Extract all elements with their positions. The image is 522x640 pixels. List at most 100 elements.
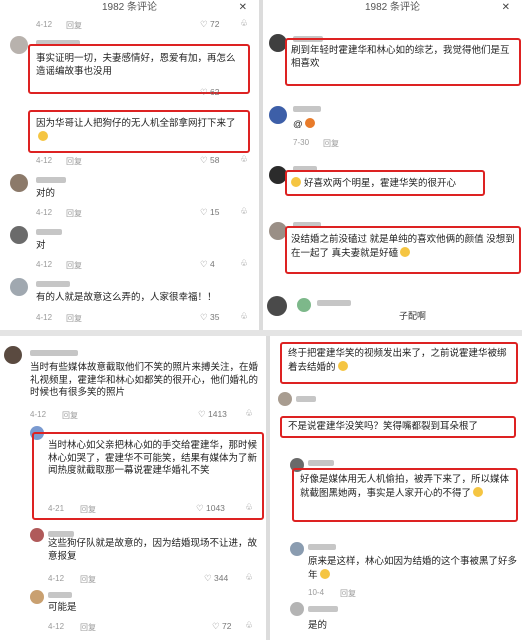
close-icon[interactable]: ✕ (239, 0, 247, 15)
avatar[interactable] (10, 36, 28, 54)
comment-text: 这些狗仔队就是故意的，因为结婚现场不让进，故意报复 (48, 538, 258, 562)
reply-button[interactable]: 回复 (66, 20, 82, 31)
dislike-icon[interactable]: ♧ (240, 18, 248, 29)
avatar[interactable] (290, 542, 304, 556)
emoji-icon (473, 486, 484, 497)
avatar[interactable] (267, 296, 287, 316)
avatar[interactable] (30, 590, 44, 604)
comment-date: 4-21 (48, 504, 65, 513)
like-button[interactable]: ♡ 62 (200, 87, 219, 98)
like-count: 62 (209, 87, 220, 97)
like-button[interactable]: ♡ 344 (204, 573, 228, 584)
comment-panel-bottom-right: 终于把霍建华笑的视频发出来了，之前说霍建华被绑着去结婚的 不是说霍建华没笑吗？笑… (270, 336, 522, 640)
close-icon[interactable]: ✕ (502, 0, 510, 15)
avatar[interactable] (290, 602, 304, 616)
comment-text: 好喜欢两个明星，霍建华笑的很开心 (291, 177, 456, 191)
comment-date: 4-12 (36, 20, 53, 29)
like-button[interactable]: ♡ 1413 (198, 409, 227, 420)
reply-button[interactable]: 回复 (66, 156, 82, 167)
comment-text: 原来是这样，林心如因为结婚的这个事被黑了好多年 (308, 556, 518, 581)
avatar[interactable] (278, 392, 292, 406)
avatar[interactable] (30, 528, 44, 542)
comment-date: 7-30 (293, 138, 310, 147)
comment-count: 1982 条评论 (364, 2, 421, 13)
avatar[interactable] (10, 278, 28, 296)
comment-date: 4-12 (36, 208, 53, 217)
username[interactable] (308, 460, 334, 466)
like-button[interactable]: ♡ 72 (212, 621, 231, 632)
reply-button[interactable]: 回复 (66, 313, 82, 324)
emoji-icon (38, 130, 48, 141)
username[interactable] (48, 592, 72, 598)
dislike-icon[interactable]: ♧ (240, 154, 248, 165)
username[interactable] (48, 531, 74, 537)
emoji-icon (400, 246, 411, 257)
comment-text: 对的 (36, 188, 56, 199)
comments-header: 1982 条评论 ✕ (0, 0, 259, 17)
dislike-icon[interactable]: ♧ (245, 502, 253, 513)
comment-text: 刷到年轻时霍建华和林心如的综艺，我觉得他们是互相喜欢 (291, 45, 510, 69)
avatar[interactable] (10, 174, 28, 192)
comment-panel-top-right: 1982 条评论 ✕ 刷到年轻时霍建华和林心如的综艺，我觉得他们是互相喜欢 @ … (263, 0, 522, 330)
comment-text: 当时有些媒体故意截取他们不笑的照片来搏关注，在婚礼视频里，霍建华和林心如都笑的很… (30, 362, 259, 398)
comment-date: 10-4 (308, 588, 325, 597)
like-button[interactable]: ♡ 15 (200, 207, 219, 218)
avatar[interactable] (297, 298, 311, 312)
comment-text: 因为华哥让人把狗仔的无人机全部拿网打下来了 (36, 118, 244, 144)
username[interactable] (308, 606, 338, 612)
like-button[interactable]: ♡ 35 (200, 312, 219, 323)
reply-button[interactable]: 回复 (323, 138, 339, 149)
reply-button[interactable]: 回复 (340, 588, 356, 599)
like-count: 4 (209, 259, 215, 269)
dislike-icon[interactable]: ♧ (245, 408, 253, 419)
comment-text: 有的人就是故意这么弄的，人家很幸福！！ (36, 292, 217, 303)
like-count: 1043 (205, 503, 225, 513)
dislike-icon[interactable]: ♧ (240, 258, 248, 269)
username-text[interactable]: 子配啊 (399, 310, 426, 323)
like-count: 35 (209, 312, 220, 322)
dislike-icon[interactable]: ♧ (245, 572, 253, 583)
username[interactable] (30, 350, 78, 356)
dislike-icon[interactable]: ♧ (245, 620, 253, 631)
avatar[interactable] (10, 226, 28, 244)
like-count: 344 (213, 573, 229, 583)
comment-panel-bottom-left: 当时有些媒体故意截取他们不笑的照片来搏关注，在婚礼视频里，霍建华和林心如都笑的很… (0, 336, 266, 640)
username[interactable] (293, 106, 321, 112)
comment-text: 是的 (308, 620, 328, 631)
comment-text: @ (293, 118, 315, 132)
comment-text: 可能是 (48, 602, 77, 613)
like-count: 15 (209, 207, 220, 217)
reply-button[interactable]: 回复 (80, 504, 96, 515)
like-count: 72 (209, 19, 220, 29)
like-count: 72 (221, 621, 232, 631)
like-count: 58 (209, 155, 220, 165)
comment-text: 没结婚之前没磕过 就是单纯的喜欢他俩的颜值 没想到在一起了 真夫妻就是好磕 (291, 234, 515, 259)
dislike-icon[interactable]: ♧ (240, 206, 248, 217)
like-button[interactable]: ♡ 4 (200, 259, 215, 270)
username[interactable] (308, 544, 336, 550)
comment-date: 4-12 (36, 156, 53, 165)
avatar[interactable] (4, 346, 22, 364)
reply-button[interactable]: 回复 (80, 622, 96, 633)
reply-button[interactable]: 回复 (62, 410, 78, 421)
emoji-icon (337, 360, 348, 371)
avatar[interactable] (269, 106, 287, 124)
dislike-icon[interactable]: ♧ (240, 311, 248, 322)
reply-button[interactable]: 回复 (66, 208, 82, 219)
reply-button[interactable]: 回复 (80, 574, 96, 585)
comment-text: 当时林心如父亲把林心如的手交给霍建华，那时候林心如哭了，霍建华不可能笑，结果有媒… (48, 440, 258, 476)
like-button[interactable]: ♡ 1043 (196, 503, 225, 514)
reply-button[interactable]: 回复 (66, 260, 82, 271)
like-button[interactable]: ♡ 58 (200, 155, 219, 166)
comment-panel-top-left: 1982 条评论 ✕ 4-12 回复 ♡ 72 ♧ 事实证明一切，夫妻感情好，恩… (0, 0, 259, 330)
comment-text: 好像是媒体用无人机偷拍，被弄下来了，所以媒体就截图黑她两，事实是人家开心的不得了 (300, 474, 510, 499)
comment-date: 4-12 (48, 574, 65, 583)
username[interactable] (296, 396, 316, 402)
username[interactable] (36, 177, 66, 183)
comment-text: 不是说霍建华没笑吗？笑得嘴都裂到耳朵根了 (288, 421, 479, 432)
like-button[interactable]: ♡ 72 (200, 19, 219, 30)
username[interactable] (36, 281, 70, 287)
comment-text: 事实证明一切，夫妻感情好，恩爱有加，再怎么造谣编故事也没用 (36, 53, 236, 77)
username[interactable] (317, 300, 351, 306)
username[interactable] (36, 229, 62, 235)
